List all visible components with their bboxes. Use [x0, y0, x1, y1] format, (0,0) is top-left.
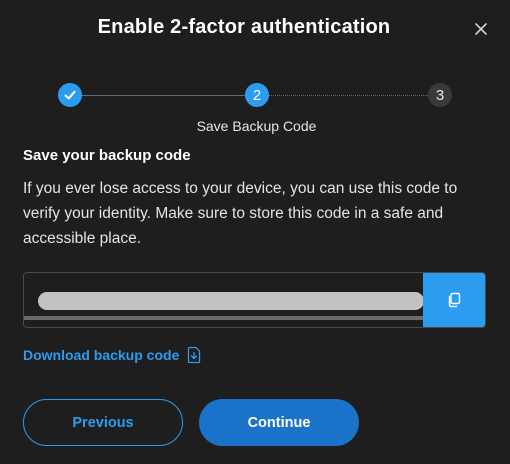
- dialog-title: Enable 2-factor authentication: [97, 16, 391, 38]
- two-factor-dialog: Enable 2-factor authentication 2 3 Save …: [0, 0, 510, 464]
- step-caption: Save Backup Code: [196, 118, 317, 134]
- stepper-line-completed: [70, 95, 257, 96]
- backup-code-value-masked: [38, 292, 424, 310]
- download-link-label: Download backup code: [23, 347, 180, 363]
- close-icon: [475, 23, 487, 35]
- close-button[interactable]: [470, 18, 492, 40]
- check-icon: [64, 90, 76, 100]
- backup-code-field[interactable]: [23, 272, 486, 328]
- stepper-line-pending: [257, 95, 440, 96]
- description-text: If you ever lose access to your device, …: [23, 180, 458, 247]
- download-icon: [187, 346, 201, 364]
- step-2-active: 2: [245, 83, 269, 107]
- continue-button[interactable]: Continue: [199, 399, 359, 446]
- backup-code-underline: [24, 316, 424, 320]
- progress-stepper: 2 3: [0, 80, 510, 110]
- step-3-pending: 3: [428, 83, 452, 107]
- download-backup-code-link[interactable]: Download backup code: [23, 346, 201, 364]
- step-1-completed: [58, 83, 82, 107]
- section-heading: Save your backup code: [23, 147, 191, 164]
- copy-icon: [448, 292, 461, 308]
- copy-code-button[interactable]: [423, 273, 485, 327]
- previous-button[interactable]: Previous: [23, 399, 183, 446]
